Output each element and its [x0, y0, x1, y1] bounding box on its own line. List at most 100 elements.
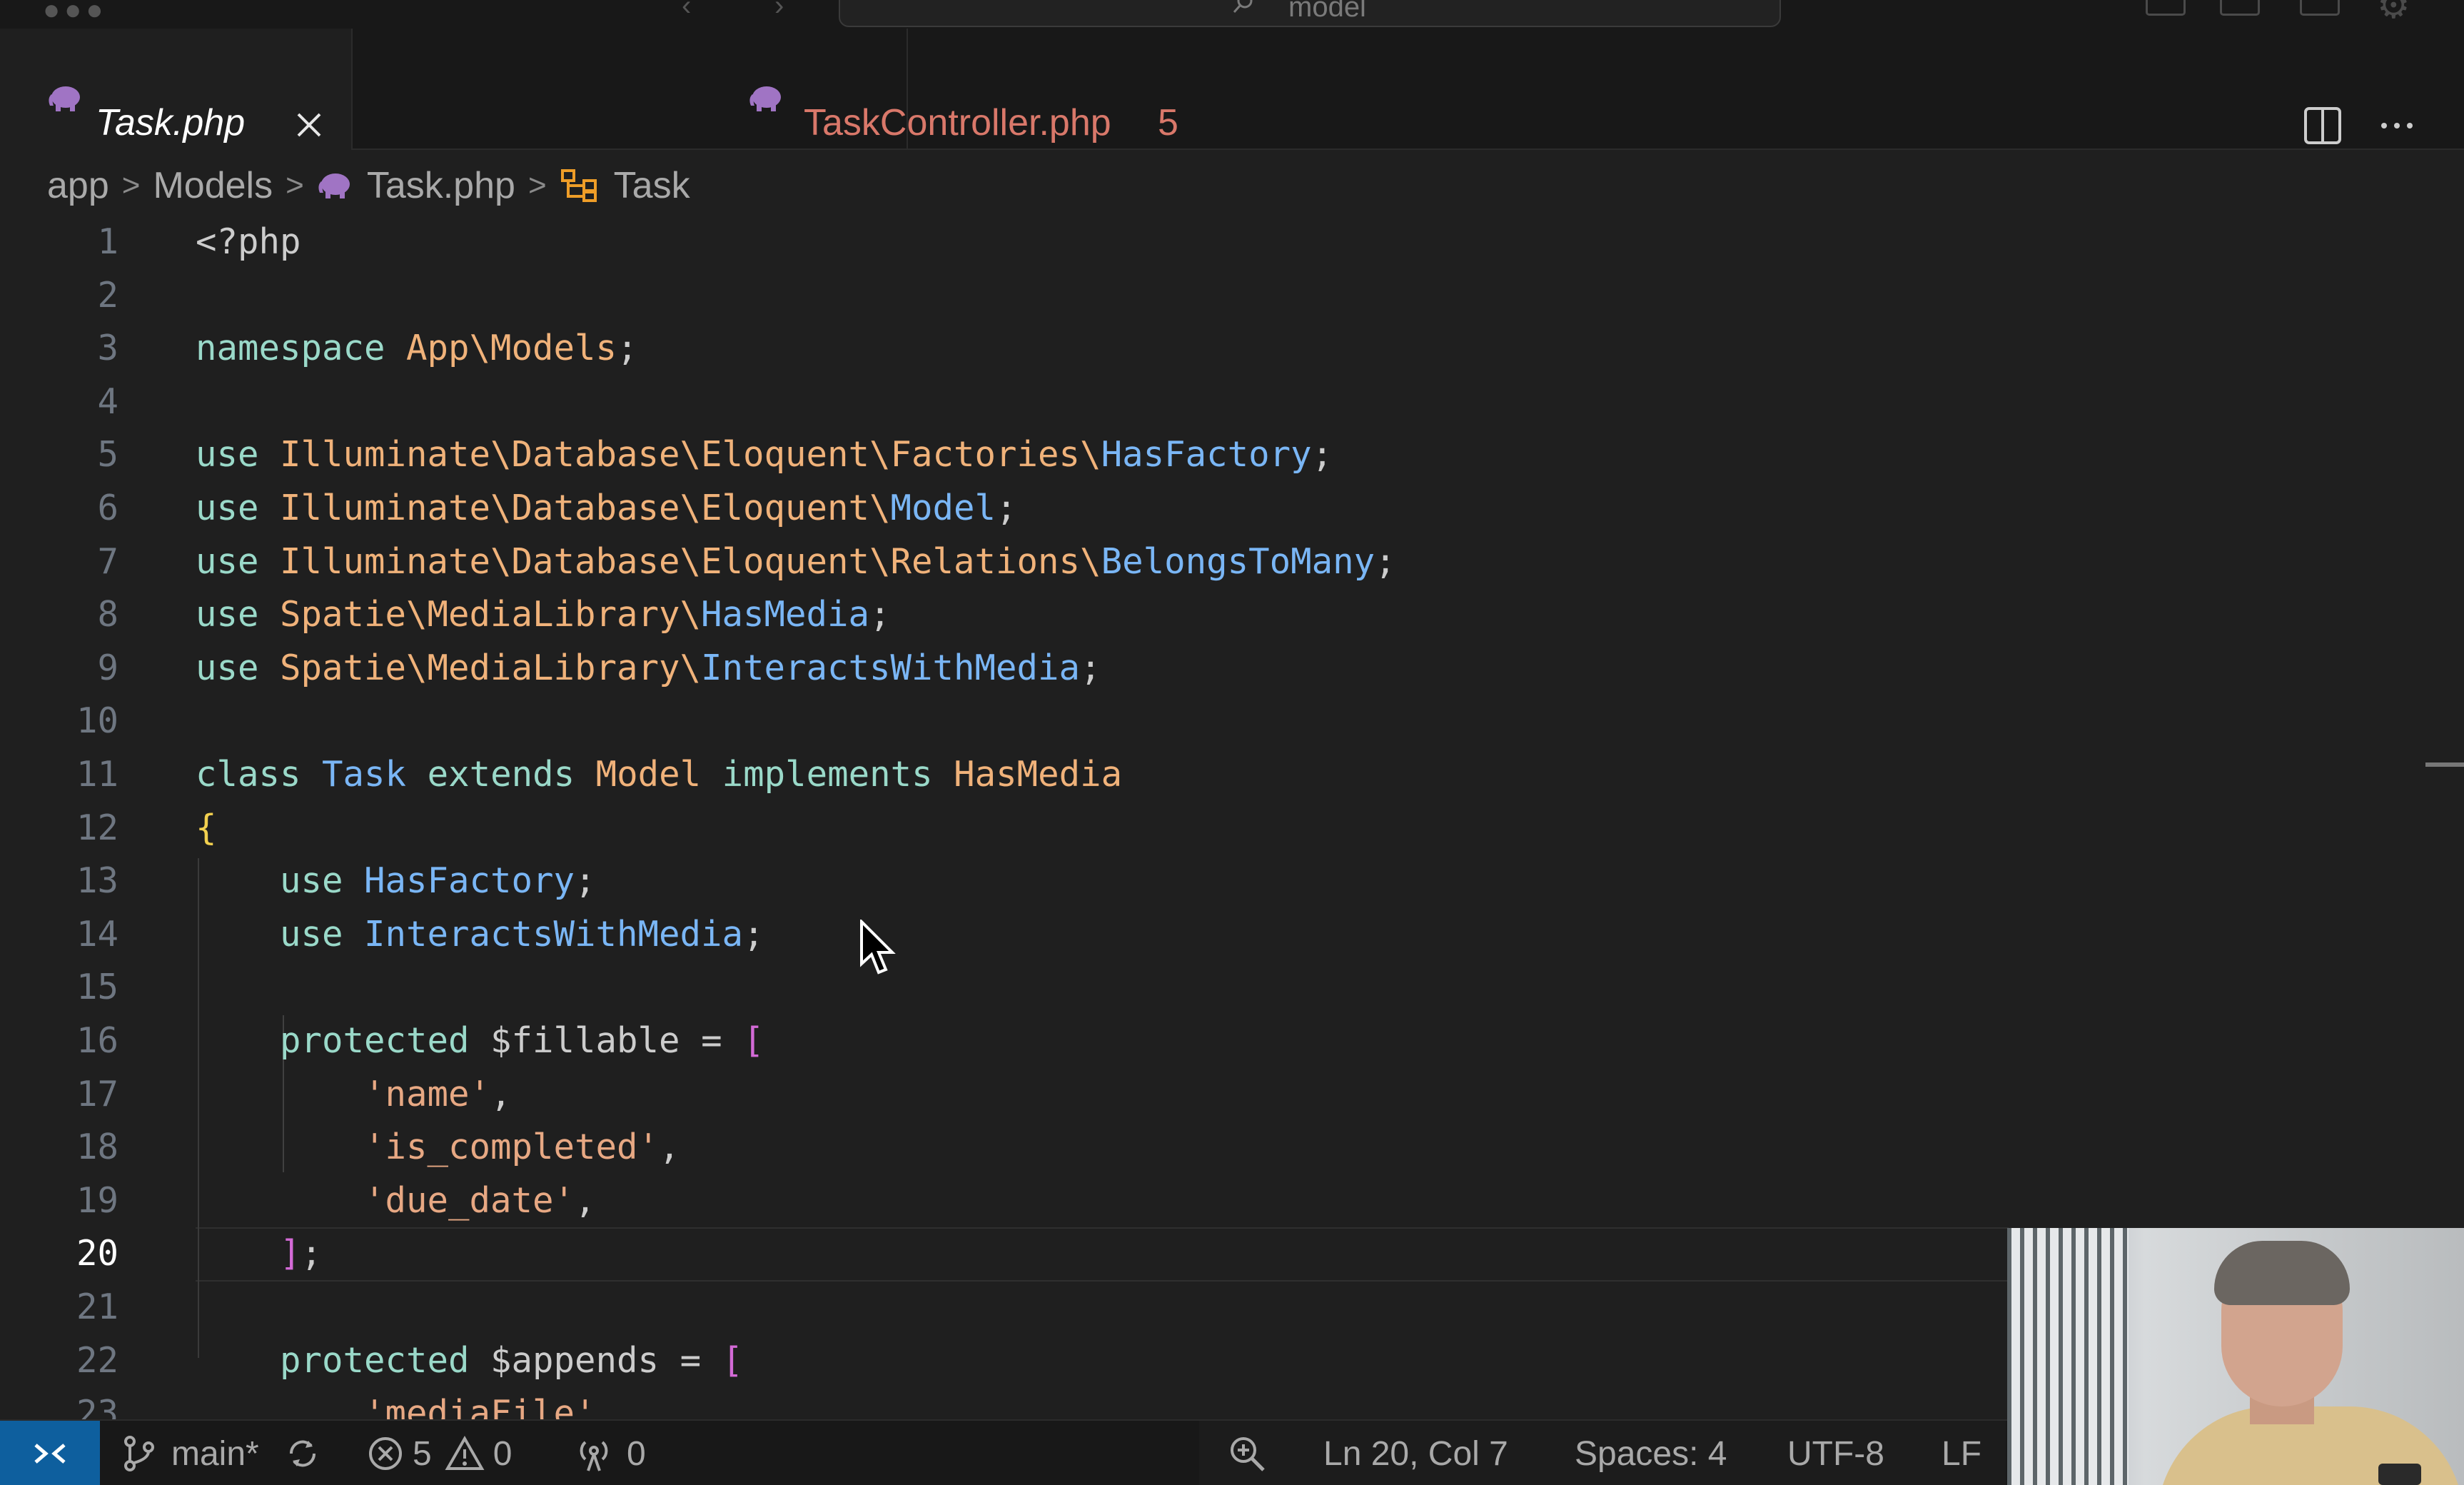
toggle-primary-sidebar-icon[interactable]: [2146, 0, 2186, 16]
code-line-1: <?php: [196, 216, 301, 269]
window-controls[interactable]: ●●●: [43, 0, 107, 26]
breadcrumb: app > Models > Task.php > Task: [47, 157, 690, 214]
class-name: InteractsWithMedia: [701, 647, 1081, 688]
keyword: use: [196, 434, 259, 475]
breadcrumb-item-class[interactable]: Task: [614, 164, 690, 207]
class-name: HasMedia: [701, 594, 870, 635]
line-number: 13: [76, 860, 118, 902]
trait-name: HasFactory: [364, 860, 575, 902]
more-actions-icon[interactable]: [2377, 106, 2417, 146]
close-icon[interactable]: [293, 109, 325, 141]
line-number: 17: [76, 1073, 118, 1114]
line-number: 10: [76, 700, 118, 742]
line-number: 12: [76, 807, 118, 848]
code-line-8: use Spatie\MediaLibrary\HasMedia;: [196, 594, 891, 635]
namespace-path: Spatie\MediaLibrary\: [280, 594, 702, 635]
brace: {: [196, 807, 217, 848]
microphone: [2378, 1464, 2421, 1485]
problems-status[interactable]: 5 0: [367, 1421, 512, 1485]
remote-icon: [34, 1444, 66, 1464]
code-line-16: protected $fillable = [: [196, 1015, 764, 1068]
branch-name: main*: [171, 1434, 259, 1473]
forward-arrow-icon[interactable]: ›: [774, 0, 784, 22]
ports-count: 0: [627, 1434, 646, 1473]
line-number: 21: [76, 1287, 118, 1327]
tab-label: Task.php: [96, 102, 246, 144]
window-blinds: [2007, 1228, 2129, 1485]
code-line-6: use Illuminate\Database\Eloquent\Model;: [196, 488, 1017, 528]
zoom-indicator[interactable]: [1228, 1421, 1266, 1485]
code-line-5: use Illuminate\Database\Eloquent\Factori…: [196, 434, 1333, 475]
keyword: use: [196, 647, 259, 688]
operator: =: [701, 1020, 722, 1061]
scrollbar-marker[interactable]: [2425, 762, 2464, 767]
tab-taskcontroller-php[interactable]: TaskController.php 5: [354, 29, 1178, 150]
warning-icon: [445, 1435, 485, 1470]
cursor-position[interactable]: Ln 20, Col 7: [1323, 1421, 1508, 1485]
warning-count: 0: [493, 1434, 513, 1473]
breadcrumb-item-file[interactable]: Task.php: [367, 164, 515, 207]
class-name: BelongsToMany: [1101, 540, 1375, 582]
string-literal: 'name': [364, 1073, 491, 1114]
tab-task-php[interactable]: Task.php: [0, 29, 353, 150]
chevron-right-icon: >: [527, 168, 547, 203]
trait-name: InteractsWithMedia: [364, 913, 744, 955]
string-literal: 'due_date': [364, 1179, 575, 1221]
class-name: Task: [322, 754, 407, 795]
eol-setting[interactable]: LF: [1942, 1421, 1981, 1485]
php-elephant-icon: [749, 86, 781, 111]
back-arrow-icon[interactable]: ‹: [682, 0, 691, 22]
customize-layout-icon[interactable]: ⚙: [2377, 0, 2410, 27]
error-count: 5: [413, 1434, 432, 1473]
line-number: 5: [97, 434, 118, 475]
line-number: 11: [76, 754, 118, 795]
line-number: 23: [76, 1393, 118, 1419]
namespace-path: Spatie\MediaLibrary\: [280, 647, 702, 688]
problem-count-badge: 5: [1158, 102, 1178, 144]
toggle-secondary-sidebar-icon[interactable]: [2300, 0, 2340, 16]
keyword: use: [196, 594, 259, 635]
operator: =: [680, 1339, 702, 1381]
keyword: extends: [427, 754, 575, 795]
class-name: Model: [890, 488, 996, 528]
code-line-17: 'name',: [364, 1073, 512, 1114]
line-number: 14: [76, 913, 118, 955]
line-number: 8: [97, 594, 118, 635]
line-number: 22: [76, 1339, 118, 1381]
bracket: [: [722, 1339, 744, 1381]
line-number: 7: [97, 540, 118, 582]
sync-button[interactable]: [283, 1421, 323, 1485]
ports-status[interactable]: 0: [574, 1421, 646, 1485]
chevron-right-icon: >: [286, 168, 304, 203]
toggle-panel-icon[interactable]: [2220, 0, 2260, 16]
namespace-path: Illuminate\Database\Eloquent\Relations\: [280, 540, 1101, 582]
remote-indicator[interactable]: [0, 1421, 100, 1485]
command-center-search[interactable]: model: [839, 0, 1781, 27]
variable: $appends: [490, 1339, 660, 1381]
line-number-current: 20: [76, 1233, 118, 1274]
breadcrumb-item-app[interactable]: app: [47, 164, 109, 207]
chevron-right-icon: >: [121, 168, 141, 203]
parent-class: Model: [595, 754, 702, 795]
line-number: 1: [97, 221, 118, 262]
namespace-path: Illuminate\Database\Eloquent\Factories\: [280, 434, 1101, 475]
command-center-text: model: [1288, 0, 1366, 23]
keyword: implements: [722, 754, 933, 795]
tab-label: TaskController.php: [804, 102, 1111, 144]
interface-name: HasMedia: [954, 754, 1123, 795]
branch-status[interactable]: main*: [120, 1421, 259, 1485]
breadcrumb-item-models[interactable]: Models: [153, 164, 273, 207]
code-line-13: use HasFactory;: [280, 860, 596, 902]
line-number: 18: [76, 1127, 118, 1168]
code-line-20: ];: [280, 1233, 323, 1274]
class-name: HasFactory: [1101, 434, 1312, 475]
encoding-setting[interactable]: UTF-8: [1787, 1421, 1884, 1485]
split-editor-icon[interactable]: [2303, 106, 2343, 146]
indentation-setting[interactable]: Spaces: 4: [1575, 1421, 1727, 1485]
webcam-video-overlay: [2007, 1228, 2464, 1485]
keyword: namespace: [196, 328, 385, 369]
bracket: ]: [280, 1233, 301, 1274]
code-line-11: class Task extends Model implements HasM…: [196, 748, 1122, 802]
title-bar: ●●● ‹ › model ⚙: [0, 0, 2464, 29]
line-number: 2: [97, 274, 118, 316]
